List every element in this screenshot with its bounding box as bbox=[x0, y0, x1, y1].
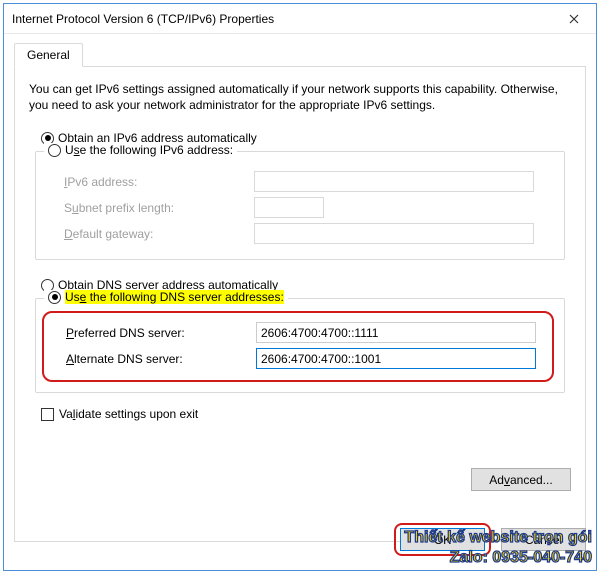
ok-highlight: OK bbox=[394, 523, 491, 556]
validate-label: Validate settings upon exit bbox=[59, 407, 198, 421]
dns-highlight-box: Preferred DNS server: Alternate DNS serv… bbox=[42, 311, 554, 382]
dns-group: Use the following DNS server addresses: … bbox=[35, 298, 565, 393]
alternate-dns-label: Alternate DNS server: bbox=[66, 352, 256, 366]
preferred-dns-label: Preferred DNS server: bbox=[66, 326, 256, 340]
close-icon bbox=[569, 14, 579, 24]
ipv6-address-label: IPv6 address: bbox=[64, 175, 254, 189]
radio-icon bbox=[48, 144, 61, 157]
radio-icon bbox=[48, 291, 61, 304]
preferred-dns-input[interactable] bbox=[256, 322, 536, 343]
properties-dialog: Internet Protocol Version 6 (TCP/IPv6) P… bbox=[3, 3, 597, 571]
advanced-button[interactable]: Advanced... bbox=[471, 468, 571, 491]
intro-text: You can get IPv6 settings assigned autom… bbox=[29, 81, 571, 113]
radio-ip-manual[interactable]: Use the following IPv6 address: bbox=[44, 143, 237, 157]
default-gateway-label: Default gateway: bbox=[64, 227, 254, 241]
checkbox-icon bbox=[41, 408, 54, 421]
ipv6-address-input bbox=[254, 171, 534, 192]
validate-checkbox-row[interactable]: Validate settings upon exit bbox=[41, 407, 561, 421]
radio-dns-manual[interactable]: Use the following DNS server addresses: bbox=[44, 290, 288, 304]
radio-label: Use the following IPv6 address: bbox=[65, 143, 233, 157]
window-title: Internet Protocol Version 6 (TCP/IPv6) P… bbox=[12, 12, 551, 26]
subnet-prefix-input bbox=[254, 197, 324, 218]
alternate-dns-input[interactable] bbox=[256, 348, 536, 369]
tab-panel-general: You can get IPv6 settings assigned autom… bbox=[14, 66, 586, 542]
cancel-button[interactable]: Cancel bbox=[501, 528, 586, 551]
radio-label: Use the following DNS server addresses: bbox=[65, 290, 284, 304]
titlebar: Internet Protocol Version 6 (TCP/IPv6) P… bbox=[4, 4, 596, 34]
ip-group: Use the following IPv6 address: IPv6 add… bbox=[35, 151, 565, 260]
tab-general[interactable]: General bbox=[14, 43, 83, 67]
close-button[interactable] bbox=[551, 4, 596, 34]
default-gateway-input bbox=[254, 223, 534, 244]
ok-button[interactable]: OK bbox=[400, 528, 485, 551]
subnet-prefix-label: Subnet prefix length: bbox=[64, 201, 254, 215]
